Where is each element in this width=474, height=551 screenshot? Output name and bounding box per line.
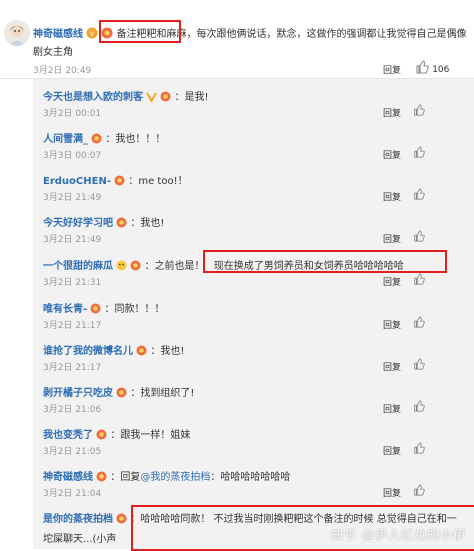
- reply-text: ：之前也是！: [144, 261, 205, 272]
- thumbs-up-icon: [415, 60, 429, 77]
- reply-text: ：回复: [110, 472, 141, 483]
- thumbs-up-icon[interactable]: [413, 230, 425, 245]
- highlight-box: [203, 250, 447, 273]
- highlight-box: [99, 20, 181, 43]
- reply-button[interactable]: 回复: [383, 148, 401, 161]
- level-badge-icon: [116, 217, 127, 231]
- reply-button[interactable]: 回复: [383, 360, 401, 373]
- mention-link[interactable]: @我的蒸夜拍档: [140, 472, 210, 483]
- reply-button[interactable]: 回复: [383, 402, 401, 415]
- reply-time: 3月2日 21:06: [43, 405, 102, 415]
- reply-item: 我也变秃了 ：跟我一样！姐妹: [43, 426, 190, 443]
- reply-username[interactable]: 剥开橘子只吃皮: [43, 388, 113, 399]
- reply-text: ：跟我一样！姐妹: [110, 430, 191, 441]
- replies-panel: 今天也是想入欧的刺客 ：是我! 3月2日 00:01 回复 人间雪满_ ：我也！…: [33, 79, 474, 551]
- thumbs-up-icon[interactable]: [413, 442, 425, 457]
- reply-username[interactable]: 今天也是想入欧的刺客: [43, 92, 143, 103]
- reply-text-continued: 坨屎聊天...(小声: [43, 534, 117, 545]
- reply-time: 3月2日 21:05: [43, 447, 102, 457]
- reply-button[interactable]: 回复: [383, 444, 401, 457]
- comment-time: 3月2日 20:49: [33, 66, 92, 76]
- reply-time: 3月2日 21:31: [43, 278, 102, 288]
- reply-username[interactable]: 唯有长青-: [43, 304, 87, 315]
- reply-time: 3月2日 21:49: [43, 235, 102, 245]
- reply-username[interactable]: 神奇磁感线: [43, 472, 93, 483]
- reply-time: 3月3日 00:07: [43, 151, 102, 161]
- reply-item: 神奇磁感线 ：回复@我的蒸夜拍档：哈哈哈哈哈哈哈: [43, 468, 290, 485]
- vip-badge-icon: [146, 91, 158, 105]
- reply-item: 今天也是想入欧的刺客 ：是我!: [43, 88, 209, 105]
- reply-item: 人间雪满_ ：我也！！！: [43, 130, 165, 147]
- svg-text:v: v: [90, 29, 95, 38]
- reply-time: 3月2日 21:49: [43, 193, 102, 203]
- avatar-illustration-icon: [4, 20, 30, 46]
- comment-line-2: 剧女主角: [33, 47, 73, 58]
- reply-time: 3月2日 21:17: [43, 363, 102, 373]
- reply-username[interactable]: ErduoCHEN-: [43, 176, 111, 187]
- level-badge-icon: [160, 91, 171, 105]
- reply-username[interactable]: 是你的蒸夜拍档: [43, 514, 113, 525]
- level-badge-icon: [130, 260, 141, 274]
- reply-button[interactable]: 回复: [383, 190, 401, 203]
- reply-item: 谁抢了我的微博名儿 ：我也!: [43, 342, 184, 359]
- avatar[interactable]: [4, 20, 30, 46]
- top-comment: 神奇磁感线 v 备注粑粑和麻麻，每次跟他俩说话，默念，这做作的强调都让我觉得自己…: [0, 0, 474, 78]
- emoji-badge-icon: [116, 260, 127, 274]
- reply-item: ErduoCHEN- ：me too!！: [43, 172, 188, 189]
- reply-button[interactable]: 回复: [383, 318, 401, 331]
- reply-text: ：我也!: [130, 218, 165, 229]
- level-badge-icon: [136, 345, 147, 359]
- reply-text: 哈哈哈哈哈哈哈: [220, 472, 291, 483]
- comment-text: ，每次跟他俩说话，默念，这做作的强调都让我觉得自己是偶像: [186, 29, 467, 40]
- like-count: 106: [432, 65, 450, 75]
- reply-username[interactable]: 人间雪满_: [43, 134, 88, 145]
- reply-text: ：找到组织了!: [130, 388, 195, 399]
- reply-button[interactable]: 回复: [383, 486, 401, 499]
- reply-button[interactable]: 回复: [383, 275, 401, 288]
- thumbs-up-icon[interactable]: [413, 484, 425, 499]
- divider: [0, 78, 474, 79]
- watermark: 知乎 @伊人红妆的小伊: [331, 528, 466, 542]
- thumbs-up-icon[interactable]: [413, 146, 425, 161]
- level-badge-icon: [96, 429, 107, 443]
- thumbs-up-icon[interactable]: [413, 400, 425, 415]
- reply-item: 今天好好学习吧 ：我也!: [43, 214, 164, 231]
- reply-username[interactable]: 谁抢了我的微博名儿: [43, 346, 133, 357]
- reply-time: 3月2日 00:01: [43, 109, 102, 119]
- thumbs-up-icon[interactable]: [413, 188, 425, 203]
- reply-time: 3月2日 21:04: [43, 489, 102, 499]
- level-badge-icon: [91, 133, 102, 147]
- reply-text: ：我也!: [150, 346, 185, 357]
- vip-badge-icon: v: [86, 27, 98, 42]
- level-badge-icon: [116, 513, 127, 527]
- reply-username[interactable]: 一个很甜的麻瓜: [43, 261, 113, 272]
- reply-text: ：me too!！: [128, 176, 188, 187]
- reply-button[interactable]: 回复: [383, 63, 401, 76]
- comment-username[interactable]: 神奇磁感线: [33, 29, 83, 40]
- reply-item: 剥开橘子只吃皮 ：找到组织了!: [43, 384, 194, 401]
- level-badge-icon: [116, 387, 127, 401]
- thumbs-up-icon[interactable]: [413, 316, 425, 331]
- reply-text: ：: [210, 472, 221, 483]
- reply-time: 3月2日 21:17: [43, 321, 102, 331]
- reply-text: ：同款！！！: [104, 304, 165, 315]
- level-badge-icon: [114, 175, 125, 189]
- like-button[interactable]: 106: [415, 60, 449, 77]
- reply-item: 唯有长青- ：同款！！！: [43, 300, 165, 317]
- reply-text: ：我也！！！: [105, 134, 166, 145]
- thumbs-up-icon[interactable]: [413, 104, 425, 119]
- thumbs-up-icon[interactable]: [413, 358, 425, 373]
- thumbs-up-icon[interactable]: [413, 273, 425, 288]
- reply-username[interactable]: 今天好好学习吧: [43, 218, 113, 229]
- reply-username[interactable]: 我也变秃了: [43, 430, 93, 441]
- level-badge-icon: [90, 303, 101, 317]
- level-badge-icon: [96, 471, 107, 485]
- reply-text: ：是我!: [174, 92, 209, 103]
- reply-button[interactable]: 回复: [383, 106, 401, 119]
- reply-button[interactable]: 回复: [383, 232, 401, 245]
